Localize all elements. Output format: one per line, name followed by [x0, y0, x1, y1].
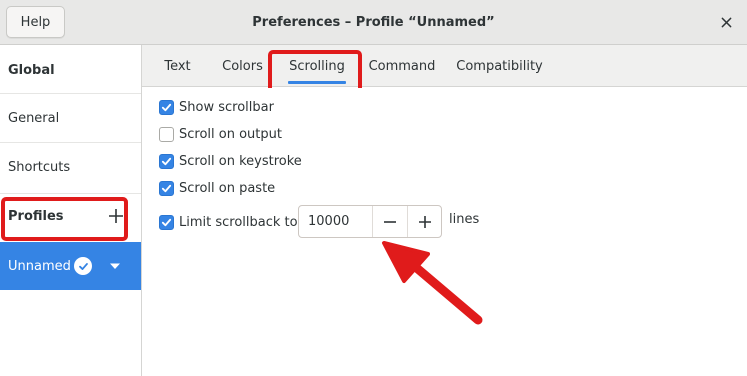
divider — [0, 193, 141, 194]
checkbox-label: Scroll on keystroke — [179, 153, 302, 169]
checkbox-label: Limit scrollback to: — [179, 214, 302, 230]
scrollback-unit-label: lines — [449, 212, 480, 227]
show-scrollbar-checkbox[interactable]: Show scrollbar — [159, 97, 274, 117]
checkbox-label: Show scrollbar — [179, 99, 274, 115]
tab-label: Scrolling — [289, 58, 345, 74]
sidebar-item-general[interactable]: General — [0, 94, 141, 142]
decrement-button[interactable] — [373, 206, 407, 237]
sidebar-item-profile-unnamed[interactable]: Unnamed — [0, 242, 141, 290]
tab-scrolling[interactable]: Scrolling — [278, 45, 356, 87]
increment-button[interactable] — [407, 206, 441, 237]
profile-label: Unnamed — [8, 258, 71, 274]
sidebar-item-label: Shortcuts — [8, 159, 71, 175]
tab-label: Text — [164, 58, 191, 74]
checkbox-checked-icon[interactable] — [159, 214, 174, 230]
tab-colors[interactable]: Colors — [213, 45, 272, 87]
scroll-on-paste-checkbox[interactable]: Scroll on paste — [159, 178, 275, 198]
plus-icon — [109, 209, 123, 223]
add-profile-button[interactable] — [105, 205, 127, 227]
sidebar-heading-global: Global — [8, 62, 55, 78]
checkbox-checked-icon[interactable] — [159, 99, 174, 115]
title-bar: Help Preferences – Profile “Unnamed” — [0, 0, 747, 45]
sidebar-item-shortcuts[interactable]: Shortcuts — [0, 143, 141, 191]
minus-icon — [384, 220, 396, 223]
checkbox-label: Scroll on output — [179, 126, 282, 142]
tab-label: Compatibility — [456, 58, 543, 74]
scroll-on-output-checkbox[interactable]: Scroll on output — [159, 124, 282, 144]
tab-compatibility[interactable]: Compatibility — [452, 45, 547, 87]
tab-bar: Text Colors Scrolling Command Compatibil… — [142, 45, 747, 87]
sidebar: Global General Shortcuts Profiles Unname… — [0, 45, 142, 376]
scrollback-input[interactable]: 10000 — [299, 206, 373, 237]
scroll-on-keystroke-checkbox[interactable]: Scroll on keystroke — [159, 151, 302, 171]
limit-scrollback-checkbox[interactable]: Limit scrollback to: — [159, 212, 302, 232]
active-tab-indicator — [288, 81, 346, 84]
sidebar-item-label: General — [8, 110, 60, 126]
checkbox-checked-icon[interactable] — [159, 180, 174, 196]
checkbox-checked-icon[interactable] — [159, 153, 174, 169]
scrollback-spinbutton: 10000 — [298, 205, 442, 238]
tab-label: Command — [368, 58, 436, 74]
tab-label: Colors — [222, 58, 263, 74]
checkbox-unchecked-icon[interactable] — [159, 126, 174, 142]
checkmark-circle-icon — [74, 257, 92, 275]
window-title: Preferences – Profile “Unnamed” — [252, 15, 495, 30]
close-icon[interactable] — [714, 10, 738, 34]
plus-icon — [418, 215, 431, 228]
tab-command[interactable]: Command — [362, 45, 442, 87]
tab-text[interactable]: Text — [152, 45, 203, 87]
caret-down-icon[interactable] — [108, 259, 122, 273]
checkbox-label: Scroll on paste — [179, 180, 276, 196]
